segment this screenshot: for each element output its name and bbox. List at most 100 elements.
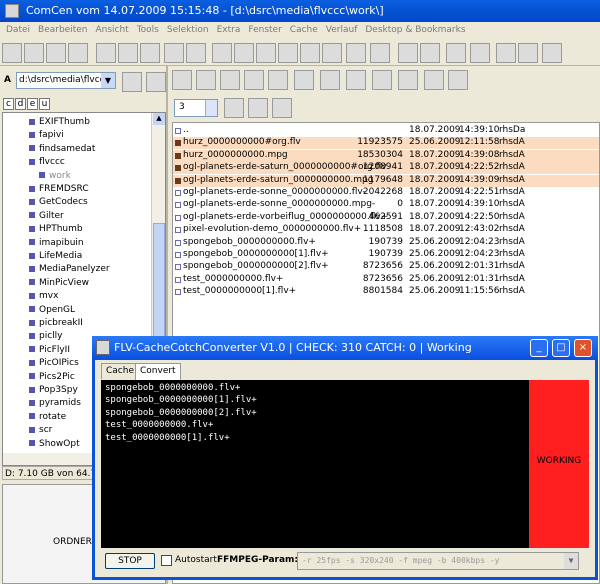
minimize-button[interactable]: _: [530, 339, 548, 357]
tree-item[interactable]: picbreakII: [29, 318, 83, 330]
tree-item[interactable]: pyramids: [29, 398, 81, 410]
file-row[interactable]: test_0000000000.flv+ 8723656 25.06.2009 12:…: [173, 274, 599, 286]
view-icon-3[interactable]: [272, 98, 292, 118]
file-toolbar-icon[interactable]: [244, 70, 264, 90]
toolbar-button-icon[interactable]: [234, 43, 254, 63]
chevron-down-icon[interactable]: ▼: [564, 553, 578, 569]
file-row[interactable]: ogl-planets-erde-saturn_0000000000#org.f…: [173, 162, 599, 175]
tree-item[interactable]: fapivi: [29, 130, 64, 142]
chevron-down-icon[interactable]: ▼: [101, 73, 115, 88]
file-toolbar-icon[interactable]: [346, 70, 366, 90]
file-toolbar-icon[interactable]: [196, 70, 216, 90]
folder-icon[interactable]: [146, 72, 166, 92]
toolbar-button-icon[interactable]: [518, 43, 538, 63]
file-toolbar-icon[interactable]: [320, 70, 340, 90]
view-icon-1[interactable]: [224, 98, 244, 118]
file-row[interactable]: hurz_0000000000.mpg 18530304 18.07.2009 14:…: [173, 149, 599, 162]
menu-item[interactable]: Bearbeiten: [38, 25, 87, 35]
toolbar-button-icon[interactable]: [300, 43, 320, 63]
file-toolbar-icon[interactable]: [448, 70, 468, 90]
toolbar-button-icon[interactable]: [2, 43, 22, 63]
close-button[interactable]: ×: [574, 339, 592, 357]
toolbar-button-icon[interactable]: [24, 43, 44, 63]
tree-item[interactable]: OpenGL: [29, 305, 75, 317]
file-toolbar-icon[interactable]: [372, 70, 392, 90]
toolbar-button-icon[interactable]: [164, 43, 184, 63]
refresh-icon[interactable]: [122, 72, 142, 92]
menu-item[interactable]: Cache: [290, 25, 318, 35]
toolbar-button-icon[interactable]: [186, 43, 206, 63]
file-row[interactable]: pixel-evolution-demo_0000000000.flv+ 1118…: [173, 224, 599, 236]
tree-item[interactable]: Gilter: [29, 211, 64, 223]
scroll-up-icon[interactable]: ▲: [153, 113, 165, 125]
tree-item[interactable]: mvx: [29, 291, 58, 303]
file-row[interactable]: spongebob_0000000000.flv+ 190739 25.06.200…: [173, 237, 599, 249]
drive-letter-button[interactable]: d: [15, 98, 26, 110]
toolbar-button-icon[interactable]: [542, 43, 562, 63]
menu-item[interactable]: Ansicht: [95, 25, 128, 35]
file-toolbar-icon[interactable]: [424, 70, 444, 90]
drive-letter-button[interactable]: u: [39, 98, 50, 110]
file-row[interactable]: spongebob_0000000000[1].flv+ 190739 25.06.…: [173, 249, 599, 261]
toolbar-button-icon[interactable]: [278, 43, 298, 63]
toolbar-button-icon[interactable]: [420, 43, 440, 63]
toolbar-button-icon[interactable]: [322, 43, 342, 63]
file-row[interactable]: ogl-planets-erde-sonne_0000000000.flv- 20…: [173, 187, 599, 199]
ffmpeg-param-input[interactable]: -r 25fps -s 320x240 -f mpeg -b 400kbps -…: [297, 552, 579, 570]
toolbar-button-icon[interactable]: [118, 43, 138, 63]
file-toolbar-icon[interactable]: [220, 70, 240, 90]
stop-button[interactable]: STOP: [105, 553, 155, 569]
drive-letter-button[interactable]: c: [3, 98, 14, 110]
drive-select[interactable]: d:\dsrc\media\flvccc ▼: [16, 72, 116, 89]
toolbar-button-icon[interactable]: [346, 43, 366, 63]
tree-item[interactable]: MediaPanelyzer: [29, 264, 110, 276]
tree-item[interactable]: rotate: [29, 412, 66, 424]
tab-convert[interactable]: Convert: [135, 363, 181, 380]
scroll-thumb[interactable]: [153, 223, 165, 343]
toolbar-button-icon[interactable]: [212, 43, 232, 63]
tree-item[interactable]: findsamedat: [29, 144, 95, 156]
toolbar-button-icon[interactable]: [398, 43, 418, 63]
file-row[interactable]: ogl-planets-erde-sonne_0000000000.mpg- 0 1…: [173, 199, 599, 211]
tree-item[interactable]: work: [39, 170, 71, 183]
spin-buttons[interactable]: [205, 100, 217, 116]
toolbar-button-icon[interactable]: [446, 43, 466, 63]
tree-item[interactable]: scr: [29, 425, 52, 437]
tree-item[interactable]: Pics2Pic: [29, 372, 75, 384]
toolbar-button-icon[interactable]: [470, 43, 490, 63]
tree-item[interactable]: LifeMedia: [29, 251, 82, 263]
spin-input[interactable]: 3: [174, 99, 218, 117]
tab-cache[interactable]: Cache: [101, 363, 139, 379]
file-row[interactable]: ogl-planets-erde-saturn_0000000000.mpg 11…: [173, 174, 599, 187]
toolbar-button-icon[interactable]: [96, 43, 116, 63]
tree-item[interactable]: GetCodecs: [29, 197, 88, 209]
tree-item[interactable]: EXIFThumb: [29, 117, 90, 129]
view-icon-2[interactable]: [248, 98, 268, 118]
toolbar-button-icon[interactable]: [140, 43, 160, 63]
maximize-button[interactable]: □: [552, 339, 570, 357]
menu-item[interactable]: Datei: [6, 25, 30, 35]
toolbar-button-icon[interactable]: [496, 43, 516, 63]
file-row[interactable]: ogl-planets-erde-vorbeiflug_0000000000.f…: [173, 212, 599, 224]
tree-item[interactable]: HPThumb: [29, 224, 83, 236]
menu-item[interactable]: Desktop & Bookmarks: [365, 25, 465, 35]
tree-item[interactable]: imapibuin: [29, 238, 84, 250]
menu-item[interactable]: Extra: [217, 25, 241, 35]
file-row[interactable]: hurz_0000000000#org.flv 11923575 25.06.200…: [173, 137, 599, 150]
autostart-checkbox[interactable]: [161, 555, 172, 566]
tree-item[interactable]: PicFlyII: [29, 345, 70, 357]
file-toolbar-icon[interactable]: [268, 70, 288, 90]
tree-item[interactable]: MinPicView: [29, 278, 89, 290]
tree-item[interactable]: piclly: [29, 331, 63, 343]
tree-item[interactable]: FREMDSRC: [29, 184, 89, 196]
menu-item[interactable]: Verlauf: [326, 25, 358, 35]
file-toolbar-icon[interactable]: [294, 70, 314, 90]
menu-item[interactable]: Tools: [137, 25, 159, 35]
tree-item[interactable]: flvccc: [29, 157, 65, 169]
toolbar-button-icon[interactable]: [68, 43, 88, 63]
toolbar-button-icon[interactable]: [256, 43, 276, 63]
toolbar-button-icon[interactable]: [370, 43, 390, 63]
menu-item[interactable]: Fenster: [248, 25, 281, 35]
tree-item[interactable]: PicOIPics: [29, 358, 79, 370]
file-row[interactable]: test_0000000000[1].flv+ 8801584 25.06.2009…: [173, 286, 599, 298]
